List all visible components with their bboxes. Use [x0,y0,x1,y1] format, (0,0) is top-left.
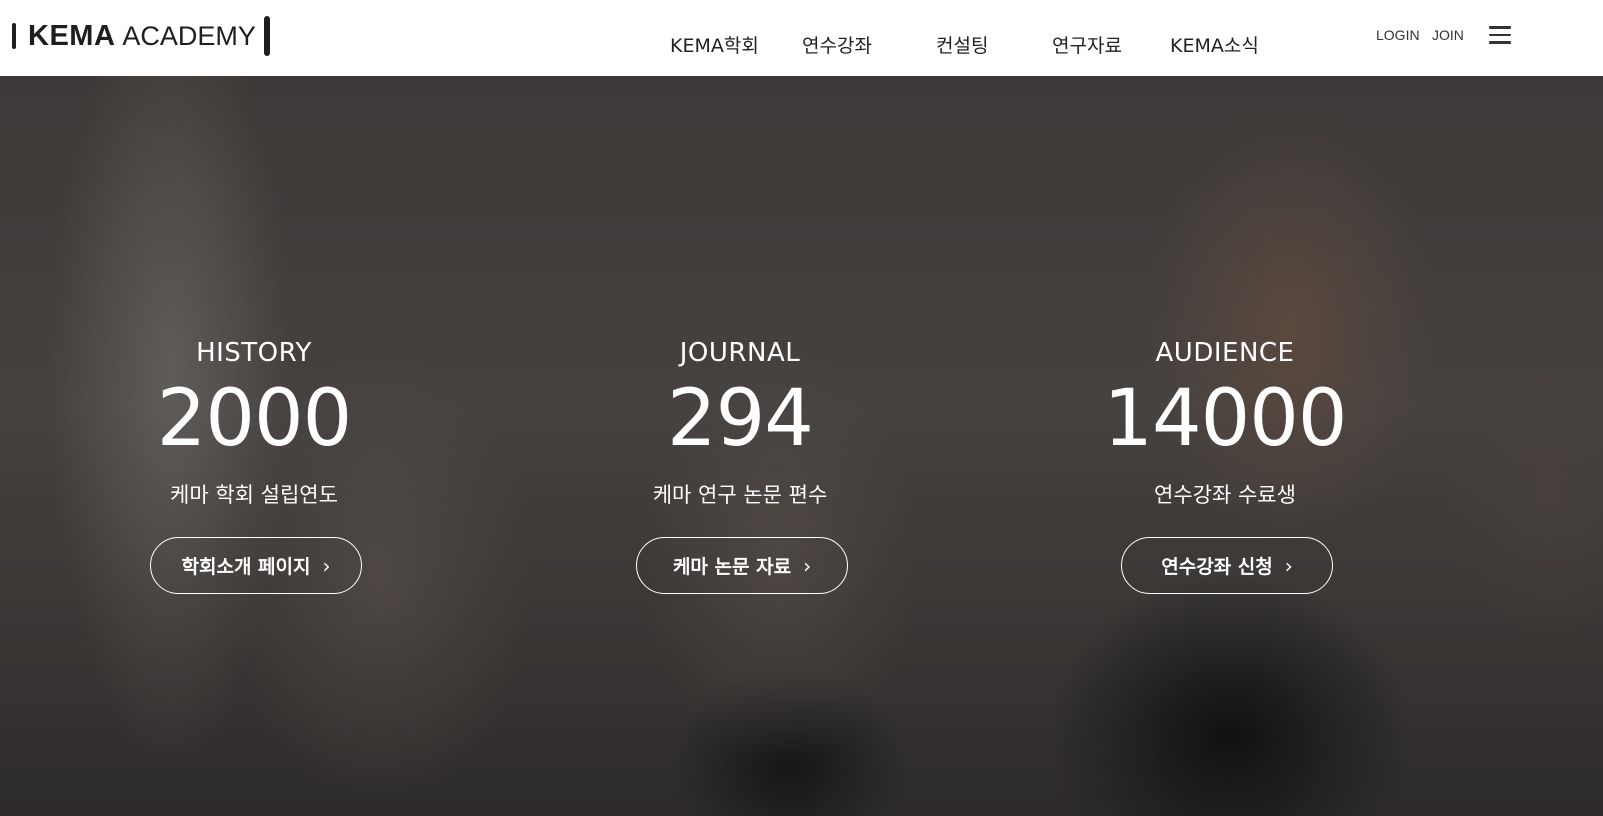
hero-banner: HISTORY 2000 케마 학회 설립연도 학회소개 페이지 › JOURN… [0,76,1603,816]
chevron-right-icon: › [1284,553,1293,578]
join-link[interactable]: JOIN [1432,27,1464,43]
stat-description: 케마 학회 설립연도 [170,483,338,507]
course-apply-button[interactable]: 연수강좌 신청 › [1121,537,1333,594]
logo-bar-icon [263,16,270,56]
stat-label: AUDIENCE [1155,338,1295,368]
logo-text-kema: KEMA [28,19,116,52]
nav-item-news[interactable]: KEMA소식 [1170,31,1259,58]
button-label: 학회소개 페이지 [181,556,311,578]
stat-label: HISTORY [196,338,312,368]
button-label: 연수강좌 신청 [1161,556,1273,578]
stat-label: JOURNAL [679,338,801,368]
nav-item-consulting[interactable]: 컨설팅 [936,31,988,58]
chevron-right-icon: › [322,553,331,578]
nav-item-courses[interactable]: 연수강좌 [802,31,872,58]
chevron-right-icon: › [803,553,812,578]
button-label: 케마 논문 자료 [672,556,792,578]
stat-number: 294 [667,374,814,464]
stat-number: 2000 [156,374,353,464]
login-link[interactable]: LOGIN [1376,27,1420,43]
kema-academy-logo[interactable]: KEMA ACADEMY [12,14,270,58]
nav-item-kema-society[interactable]: KEMA학회 [670,31,759,58]
society-intro-button[interactable]: 학회소개 페이지 › [150,537,362,594]
logo-text-academy: ACADEMY [122,20,256,51]
stat-description: 케마 연구 논문 편수 [652,483,828,507]
hamburger-icon[interactable] [1489,26,1511,44]
site-header: KEMA ACADEMY KEMA학회 연수강좌 컨설팅 연구자료 KEMA소식… [0,0,1603,76]
stat-description: 연수강좌 수료생 [1154,483,1296,507]
stat-number: 14000 [1103,374,1347,464]
nav-item-research[interactable]: 연구자료 [1052,31,1122,58]
logo-bar-icon [12,23,16,49]
journal-papers-button[interactable]: 케마 논문 자료 › [636,537,848,594]
